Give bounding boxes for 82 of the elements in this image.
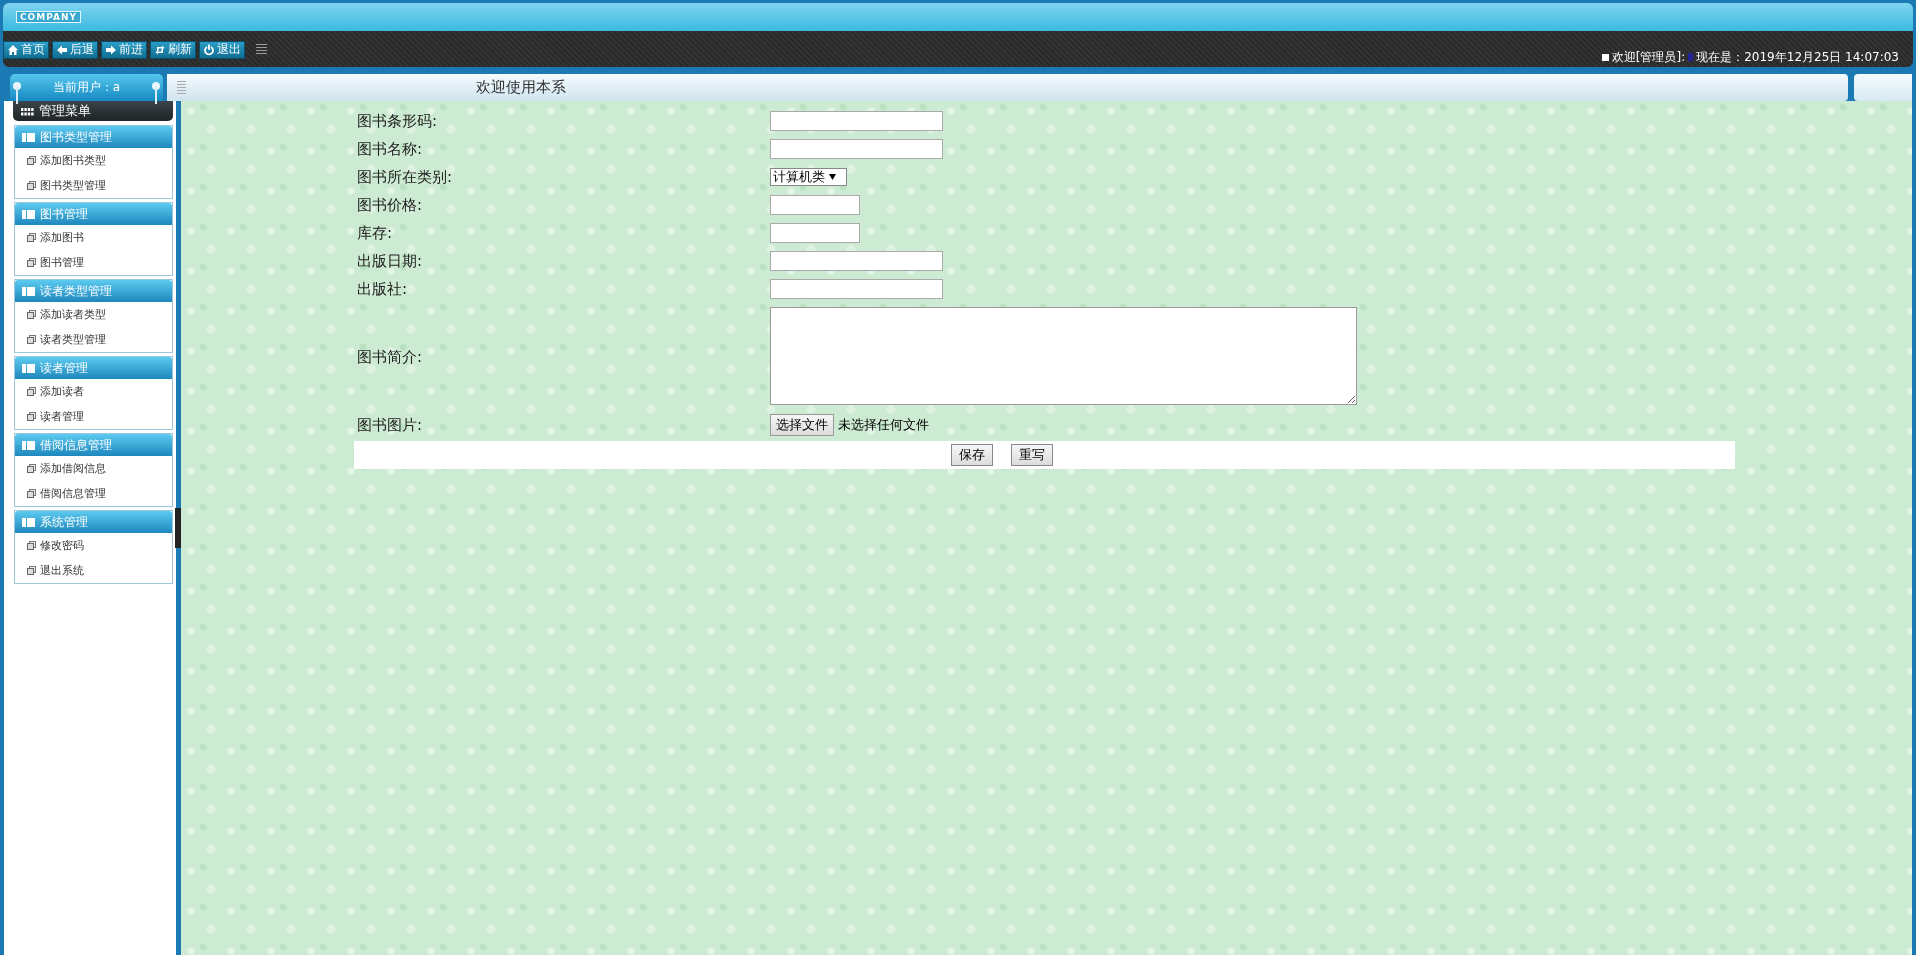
toolbar-button[interactable]: 刷新	[150, 40, 196, 59]
toolbar-button[interactable]: 后退	[52, 40, 98, 59]
text-field[interactable]	[770, 251, 943, 272]
menu-item[interactable]: 添加图书	[15, 225, 172, 250]
pin-icon	[152, 82, 160, 104]
book-icon	[22, 209, 35, 219]
file-status: 未选择任何文件	[838, 416, 929, 434]
field-label: 图书名称:	[356, 139, 424, 159]
book-icon	[22, 517, 35, 527]
name-marker-icon	[1688, 53, 1694, 61]
page-icon	[27, 464, 36, 473]
menu-item[interactable]: 添加借阅信息	[15, 456, 172, 481]
page-icon	[27, 310, 36, 319]
menu-item[interactable]: 借阅信息管理	[15, 481, 172, 506]
field-label: 图书所在类别:	[356, 167, 454, 187]
form-button[interactable]: 重写	[1011, 444, 1053, 466]
form-button[interactable]: 保存	[951, 444, 993, 466]
menu-item[interactable]: 退出系统	[15, 558, 172, 583]
tab-title[interactable]: 欢迎使用本系	[476, 78, 566, 97]
menu-item[interactable]: 添加读者	[15, 379, 172, 404]
welcome-text: 欢迎[管理员]:	[1611, 48, 1686, 66]
book-icon	[22, 440, 35, 450]
refresh-icon	[154, 43, 166, 56]
page-icon	[27, 566, 36, 575]
choose-file-button[interactable]: 选择文件	[770, 414, 834, 436]
menu-group-title: 图书管理	[40, 205, 88, 223]
field-label: 图书简介:	[356, 347, 424, 367]
toolbar-button[interactable]: 前进	[101, 40, 147, 59]
field-label: 库存:	[356, 223, 394, 243]
page-icon	[27, 181, 36, 190]
menu-group-title: 读者管理	[40, 359, 88, 377]
toolbar-button[interactable]: 首页	[3, 40, 49, 59]
field-label: 出版日期:	[356, 251, 424, 271]
company-logo: COMPANY	[16, 11, 81, 23]
menu-item[interactable]: 读者类型管理	[15, 327, 172, 352]
side-panel-header	[1854, 74, 1912, 101]
page-icon	[27, 258, 36, 267]
text-field[interactable]	[770, 223, 860, 244]
grid-icon	[21, 106, 34, 116]
text-field[interactable]	[770, 195, 860, 216]
menu-item[interactable]: 读者管理	[15, 404, 172, 429]
book-icon	[22, 363, 35, 373]
text-field[interactable]	[770, 111, 943, 132]
page-icon	[27, 489, 36, 498]
book-icon	[22, 132, 35, 142]
back-icon	[56, 43, 68, 56]
description-field[interactable]	[770, 307, 1357, 405]
dropdown-arrow-icon	[829, 174, 836, 180]
pin-icon	[13, 82, 21, 104]
menu-item[interactable]: 添加读者类型	[15, 302, 172, 327]
bullet-icon	[1601, 53, 1609, 61]
menu-group-title: 系统管理	[40, 513, 88, 531]
page-icon	[27, 156, 36, 165]
current-user-label: 当前用户：a	[52, 79, 121, 96]
menu-item[interactable]: 图书管理	[15, 250, 172, 275]
page-icon	[27, 387, 36, 396]
menu-group-title: 借阅信息管理	[40, 436, 112, 454]
menu-group-title: 读者类型管理	[40, 282, 112, 300]
menu-item[interactable]: 修改密码	[15, 533, 172, 558]
toolbar-button[interactable]: 退出	[199, 40, 245, 59]
text-field[interactable]	[770, 139, 943, 160]
field-label: 图书条形码:	[356, 111, 439, 131]
category-dropdown[interactable]: 计算机类	[770, 168, 847, 186]
field-label: 图书价格:	[356, 195, 424, 215]
menu-group-title: 图书类型管理	[40, 128, 112, 146]
logout-icon	[203, 43, 215, 56]
page-icon	[27, 541, 36, 550]
home-icon	[7, 43, 19, 56]
menu-item[interactable]: 添加图书类型	[15, 148, 172, 173]
book-icon	[22, 286, 35, 296]
grip-icon	[256, 43, 267, 56]
field-label: 出版社:	[356, 279, 409, 299]
field-label: 图书图片:	[356, 415, 424, 435]
forward-icon	[105, 43, 117, 56]
page-icon	[27, 233, 36, 242]
text-field[interactable]	[770, 279, 943, 300]
menu-item[interactable]: 图书类型管理	[15, 173, 172, 198]
page-icon	[27, 412, 36, 421]
page-icon	[27, 335, 36, 344]
menu-title: 管理菜单	[39, 102, 91, 120]
clock-text: 现在是：2019年12月25日 14:07:03	[1696, 48, 1899, 66]
collapse-handle[interactable]	[175, 508, 181, 548]
